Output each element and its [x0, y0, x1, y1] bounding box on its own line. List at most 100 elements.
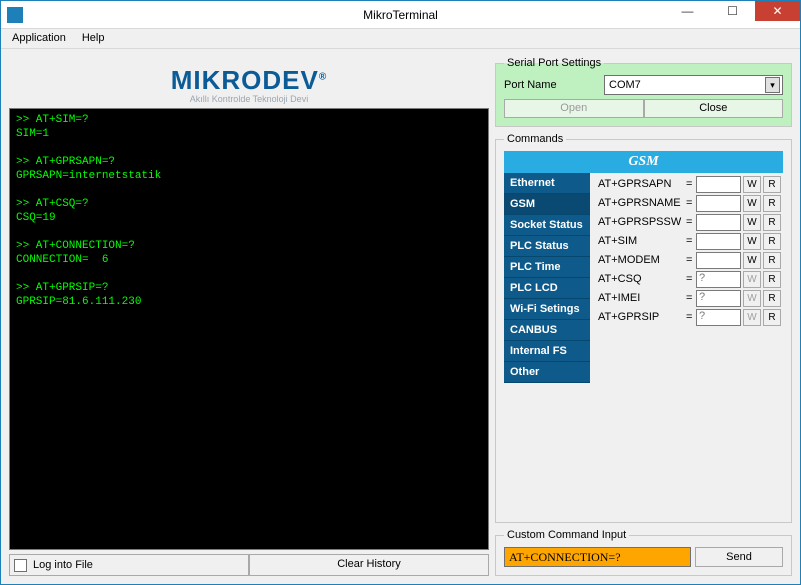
menu-application[interactable]: Application: [6, 31, 72, 46]
read-button[interactable]: R: [763, 195, 781, 212]
cmd-input[interactable]: [696, 233, 741, 250]
logo: MIKRODEV® Akıllı Kontrolde Teknoloji Dev…: [9, 57, 489, 108]
cmd-input[interactable]: ?: [696, 271, 741, 288]
tab-plc-time[interactable]: PLC Time: [504, 257, 590, 278]
tab-plc-status[interactable]: PLC Status: [504, 236, 590, 257]
cmd-label: AT+SIM: [598, 235, 686, 247]
write-button: W: [743, 271, 761, 288]
equals-sign: =: [686, 178, 696, 190]
logo-text: MIKRODEV®: [9, 65, 489, 96]
terminal-output: >> AT+SIM=? SIM=1 >> AT+GPRSAPN=? GPRSAP…: [9, 108, 489, 550]
tab-ethernet[interactable]: Ethernet: [504, 173, 590, 194]
port-name-label: Port Name: [504, 79, 604, 91]
write-button[interactable]: W: [743, 195, 761, 212]
cmd-row: AT+SIM=WR: [598, 232, 781, 250]
terminal-footer: Log into File Clear History: [9, 554, 489, 576]
write-button[interactable]: W: [743, 252, 761, 269]
window-controls: — ☐ ✕: [665, 1, 800, 21]
custom-command-legend: Custom Command Input: [504, 529, 629, 541]
custom-command-input[interactable]: AT+CONNECTION=?: [504, 547, 691, 567]
log-into-file-control[interactable]: Log into File: [9, 554, 249, 576]
logo-subtitle: Akıllı Kontrolde Teknoloji Devi: [9, 94, 489, 104]
logo-reg-icon: ®: [319, 71, 327, 82]
right-pane: Serial Port Settings Port Name COM7 ▾ Op…: [495, 57, 792, 576]
maximize-button[interactable]: ☐: [710, 1, 755, 21]
cmd-row: AT+GPRSIP=?WR: [598, 308, 781, 326]
cmd-input[interactable]: [696, 214, 741, 231]
cmd-input[interactable]: ?: [696, 309, 741, 326]
tab-canbus[interactable]: CANBUS: [504, 320, 590, 341]
left-pane: MIKRODEV® Akıllı Kontrolde Teknoloji Dev…: [9, 57, 489, 576]
commands-panel: Commands GSM EthernetGSMSocket StatusPLC…: [495, 133, 792, 523]
cmd-label: AT+GPRSNAME: [598, 197, 686, 209]
cmd-input[interactable]: ?: [696, 290, 741, 307]
read-button[interactable]: R: [763, 290, 781, 307]
read-button[interactable]: R: [763, 176, 781, 193]
tab-socket-status[interactable]: Socket Status: [504, 215, 590, 236]
read-button[interactable]: R: [763, 252, 781, 269]
tab-internal-fs[interactable]: Internal FS: [504, 341, 590, 362]
cmd-label: AT+GPRSPSSW: [598, 216, 686, 228]
write-button[interactable]: W: [743, 214, 761, 231]
commands-legend: Commands: [504, 133, 566, 145]
equals-sign: =: [686, 254, 696, 266]
equals-sign: =: [686, 292, 696, 304]
port-name-select[interactable]: COM7 ▾: [604, 75, 783, 95]
minimize-button[interactable]: —: [665, 1, 710, 21]
commands-main: EthernetGSMSocket StatusPLC StatusPLC Ti…: [504, 173, 783, 383]
cmd-row: AT+GPRSPSSW= WR: [598, 213, 781, 231]
menu-help[interactable]: Help: [76, 31, 111, 46]
cmd-input[interactable]: [696, 252, 741, 269]
clear-history-button[interactable]: Clear History: [249, 554, 489, 576]
tab-wi-fi-setings[interactable]: Wi-Fi Setings: [504, 299, 590, 320]
cmd-row: AT+MODEM= WR: [598, 251, 781, 269]
open-button[interactable]: Open: [504, 99, 644, 118]
cmd-row: AT+GPRSNAME=WR: [598, 194, 781, 212]
close-button[interactable]: ✕: [755, 1, 800, 21]
write-button: W: [743, 309, 761, 326]
close-serial-button[interactable]: Close: [644, 99, 784, 118]
cmd-row: AT+GPRSAPN= WR: [598, 175, 781, 193]
read-button[interactable]: R: [763, 233, 781, 250]
open-close-row: Open Close: [504, 99, 783, 118]
cmd-label: AT+CSQ: [598, 273, 686, 285]
tab-plc-lcd[interactable]: PLC LCD: [504, 278, 590, 299]
equals-sign: =: [686, 311, 696, 323]
cmd-label: AT+GPRSIP: [598, 311, 686, 323]
titlebar: MikroTerminal — ☐ ✕: [1, 1, 800, 29]
port-name-row: Port Name COM7 ▾: [504, 75, 783, 95]
cmd-label: AT+IMEI: [598, 292, 686, 304]
write-button[interactable]: W: [743, 176, 761, 193]
tab-gsm[interactable]: GSM: [504, 194, 590, 215]
serial-port-settings: Serial Port Settings Port Name COM7 ▾ Op…: [495, 57, 792, 127]
cmd-input[interactable]: [696, 176, 741, 193]
logo-main-text: MIKRODEV: [171, 65, 319, 95]
write-button: W: [743, 290, 761, 307]
cmd-input[interactable]: [696, 195, 741, 212]
commands-inner: GSM EthernetGSMSocket StatusPLC StatusPL…: [504, 151, 783, 514]
app-window: MikroTerminal — ☐ ✕ Application Help MIK…: [0, 0, 801, 585]
custom-command-row: AT+CONNECTION=? Send: [504, 547, 783, 567]
command-rows: AT+GPRSAPN=WRAT+GPRSNAME=WRAT+GPRSPSSW=W…: [590, 173, 783, 383]
command-tabs: EthernetGSMSocket StatusPLC StatusPLC Ti…: [504, 173, 590, 383]
read-button[interactable]: R: [763, 214, 781, 231]
cmd-row: AT+CSQ=?WR: [598, 270, 781, 288]
chevron-down-icon: ▾: [765, 77, 780, 93]
commands-header: GSM: [504, 151, 783, 173]
content-area: MIKRODEV® Akıllı Kontrolde Teknoloji Dev…: [1, 49, 800, 584]
cmd-row: AT+IMEI=?WR: [598, 289, 781, 307]
serial-legend: Serial Port Settings: [504, 57, 604, 69]
custom-command-panel: Custom Command Input AT+CONNECTION=? Sen…: [495, 529, 792, 576]
read-button[interactable]: R: [763, 271, 781, 288]
equals-sign: =: [686, 216, 696, 228]
menubar: Application Help: [1, 29, 800, 49]
cmd-label: AT+GPRSAPN: [598, 178, 686, 190]
write-button[interactable]: W: [743, 233, 761, 250]
log-checkbox[interactable]: [14, 559, 27, 572]
tab-other[interactable]: Other: [504, 362, 590, 383]
read-button[interactable]: R: [763, 309, 781, 326]
send-button[interactable]: Send: [695, 547, 783, 567]
log-checkbox-label: Log into File: [33, 559, 93, 571]
port-name-value: COM7: [609, 79, 641, 91]
cmd-label: AT+MODEM: [598, 254, 686, 266]
